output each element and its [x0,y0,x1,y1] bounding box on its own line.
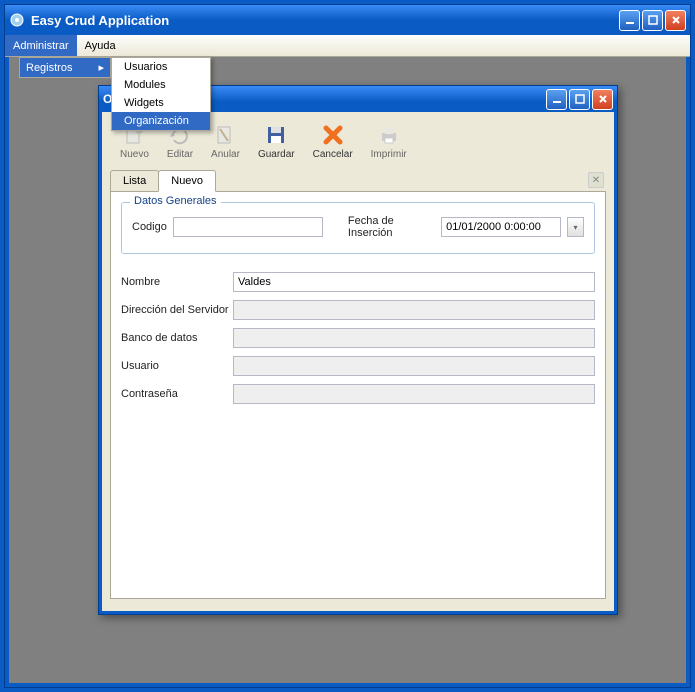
tab-close-button[interactable]: ✕ [588,172,604,188]
tab-nuevo[interactable]: Nuevo [158,170,216,192]
main-window-controls [619,10,686,31]
submenu-registros: Usuarios Modules Widgets Organización [111,57,211,131]
contrasena-label: Contraseña [121,388,233,400]
contrasena-input[interactable] [233,384,595,404]
minimize-button[interactable] [619,10,640,31]
form-grid: Nombre Dirección del Servidor Banco de d… [121,272,595,404]
menu-ayuda[interactable]: Ayuda [77,35,124,56]
toolbar-nuevo-label: Nuevo [120,149,149,160]
dropdown-menu: Registros ▸ Usuarios Modules Widgets Org… [19,57,111,78]
tab-area: Lista Nuevo ✕ Datos Generales Codigo Fec… [102,170,614,599]
menu-registros-label: Registros [26,62,72,74]
banco-input[interactable] [233,328,595,348]
main-window: Easy Crud Application Administrar Ayuda … [4,4,691,688]
nombre-label: Nombre [121,276,233,288]
toolbar-cancelar-label: Cancelar [313,149,353,160]
child-window-controls [546,89,613,110]
menu-administrar[interactable]: Administrar [5,35,77,56]
child-body: Nuevo Editar Anular Guardar [102,112,614,611]
codigo-input[interactable] [173,217,323,237]
maximize-button[interactable] [642,10,663,31]
main-titlebar: Easy Crud Application [5,5,690,35]
submenu-item-organizacion[interactable]: Organización [112,112,210,130]
menu-registros[interactable]: Registros ▸ [19,57,111,78]
app-title: Easy Crud Application [31,13,619,28]
toolbar-guardar-button[interactable]: Guardar [258,123,295,160]
direccion-input[interactable] [233,300,595,320]
usuario-input[interactable] [233,356,595,376]
fieldset-legend: Datos Generales [130,195,221,207]
child-maximize-button[interactable] [569,89,590,110]
child-minimize-button[interactable] [546,89,567,110]
chevron-down-icon: ▾ [574,223,578,232]
submenu-item-modules[interactable]: Modules [112,76,210,94]
codigo-label: Codigo [132,221,167,233]
date-picker-button[interactable]: ▾ [567,217,584,237]
save-icon [264,123,288,147]
child-close-button[interactable] [592,89,613,110]
child-window-organizacion: Organización Nuevo Editar [98,85,618,615]
toolbar-imprimir-label: Imprimir [371,149,407,160]
usuario-label: Usuario [121,360,233,372]
print-icon [377,123,401,147]
direccion-label: Dirección del Servidor [121,304,233,316]
submenu-item-usuarios[interactable]: Usuarios [112,58,210,76]
banco-label: Banco de datos [121,332,233,344]
chevron-right-icon: ▸ [98,61,104,74]
app-icon [9,12,25,28]
fecha-label: Fecha de Inserción [348,215,435,239]
fecha-input[interactable] [441,217,561,237]
toolbar-editar-label: Editar [167,149,193,160]
cancel-icon [321,123,345,147]
toolbar-anular-button[interactable]: Anular [211,123,240,160]
tab-panel-nuevo: Datos Generales Codigo Fecha de Inserció… [110,191,606,599]
toolbar-guardar-label: Guardar [258,149,295,160]
fieldset-datos-generales: Datos Generales Codigo Fecha de Inserció… [121,202,595,254]
toolbar-imprimir-button[interactable]: Imprimir [371,123,407,160]
menubar: Administrar Ayuda [5,35,690,57]
nombre-input[interactable] [233,272,595,292]
close-button[interactable] [665,10,686,31]
submenu-item-widgets[interactable]: Widgets [112,94,210,112]
application-frame: Easy Crud Application Administrar Ayuda … [0,0,695,692]
void-icon [213,123,237,147]
toolbar-cancelar-button[interactable]: Cancelar [313,123,353,160]
tab-lista[interactable]: Lista [110,170,159,191]
tab-strip: Lista Nuevo [110,170,606,191]
toolbar-anular-label: Anular [211,149,240,160]
